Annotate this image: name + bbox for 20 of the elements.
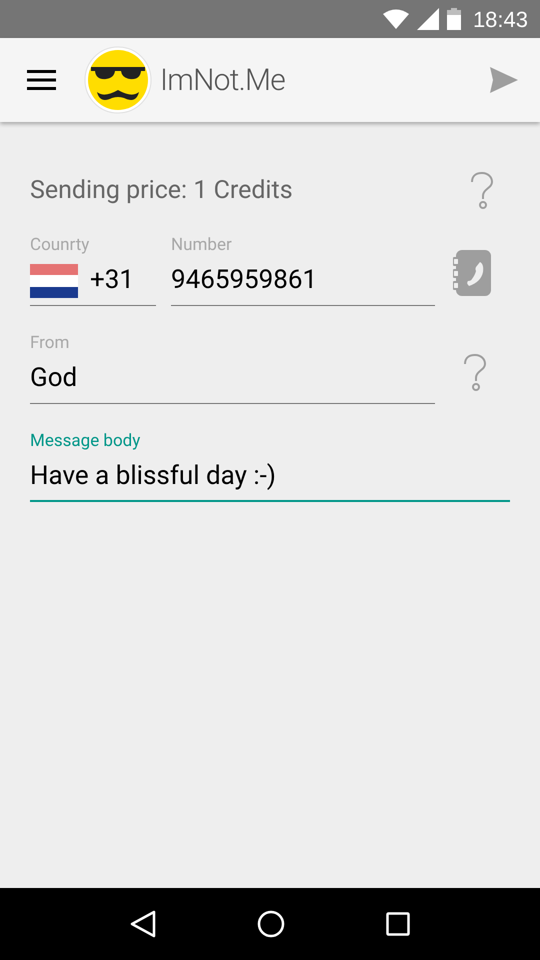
wifi-icon	[382, 9, 409, 29]
field-label: From	[30, 332, 70, 354]
field-label: Number	[171, 234, 233, 256]
input-field[interactable]: Have a blissful day :-)	[30, 452, 510, 502]
field-label: Message body	[30, 430, 142, 452]
input-field[interactable]: 9465959861	[171, 256, 435, 306]
status-time: 18:43	[472, 6, 528, 34]
logo-icon	[84, 46, 152, 114]
sending-price: Sending price: 1 Credits	[30, 175, 293, 208]
battery-icon	[446, 8, 461, 30]
menu-icon[interactable]	[27, 70, 56, 90]
input-field[interactable]: God	[30, 354, 435, 404]
signal-icon	[416, 8, 439, 30]
field-label: Counrty	[30, 234, 90, 256]
back-icon[interactable]	[130, 910, 156, 938]
home-icon[interactable]	[256, 910, 285, 938]
recents-icon[interactable]	[386, 912, 410, 936]
input-field[interactable]: +31	[30, 256, 156, 306]
flag-icon	[30, 264, 78, 298]
app-title: ImNot.Me	[160, 62, 286, 100]
